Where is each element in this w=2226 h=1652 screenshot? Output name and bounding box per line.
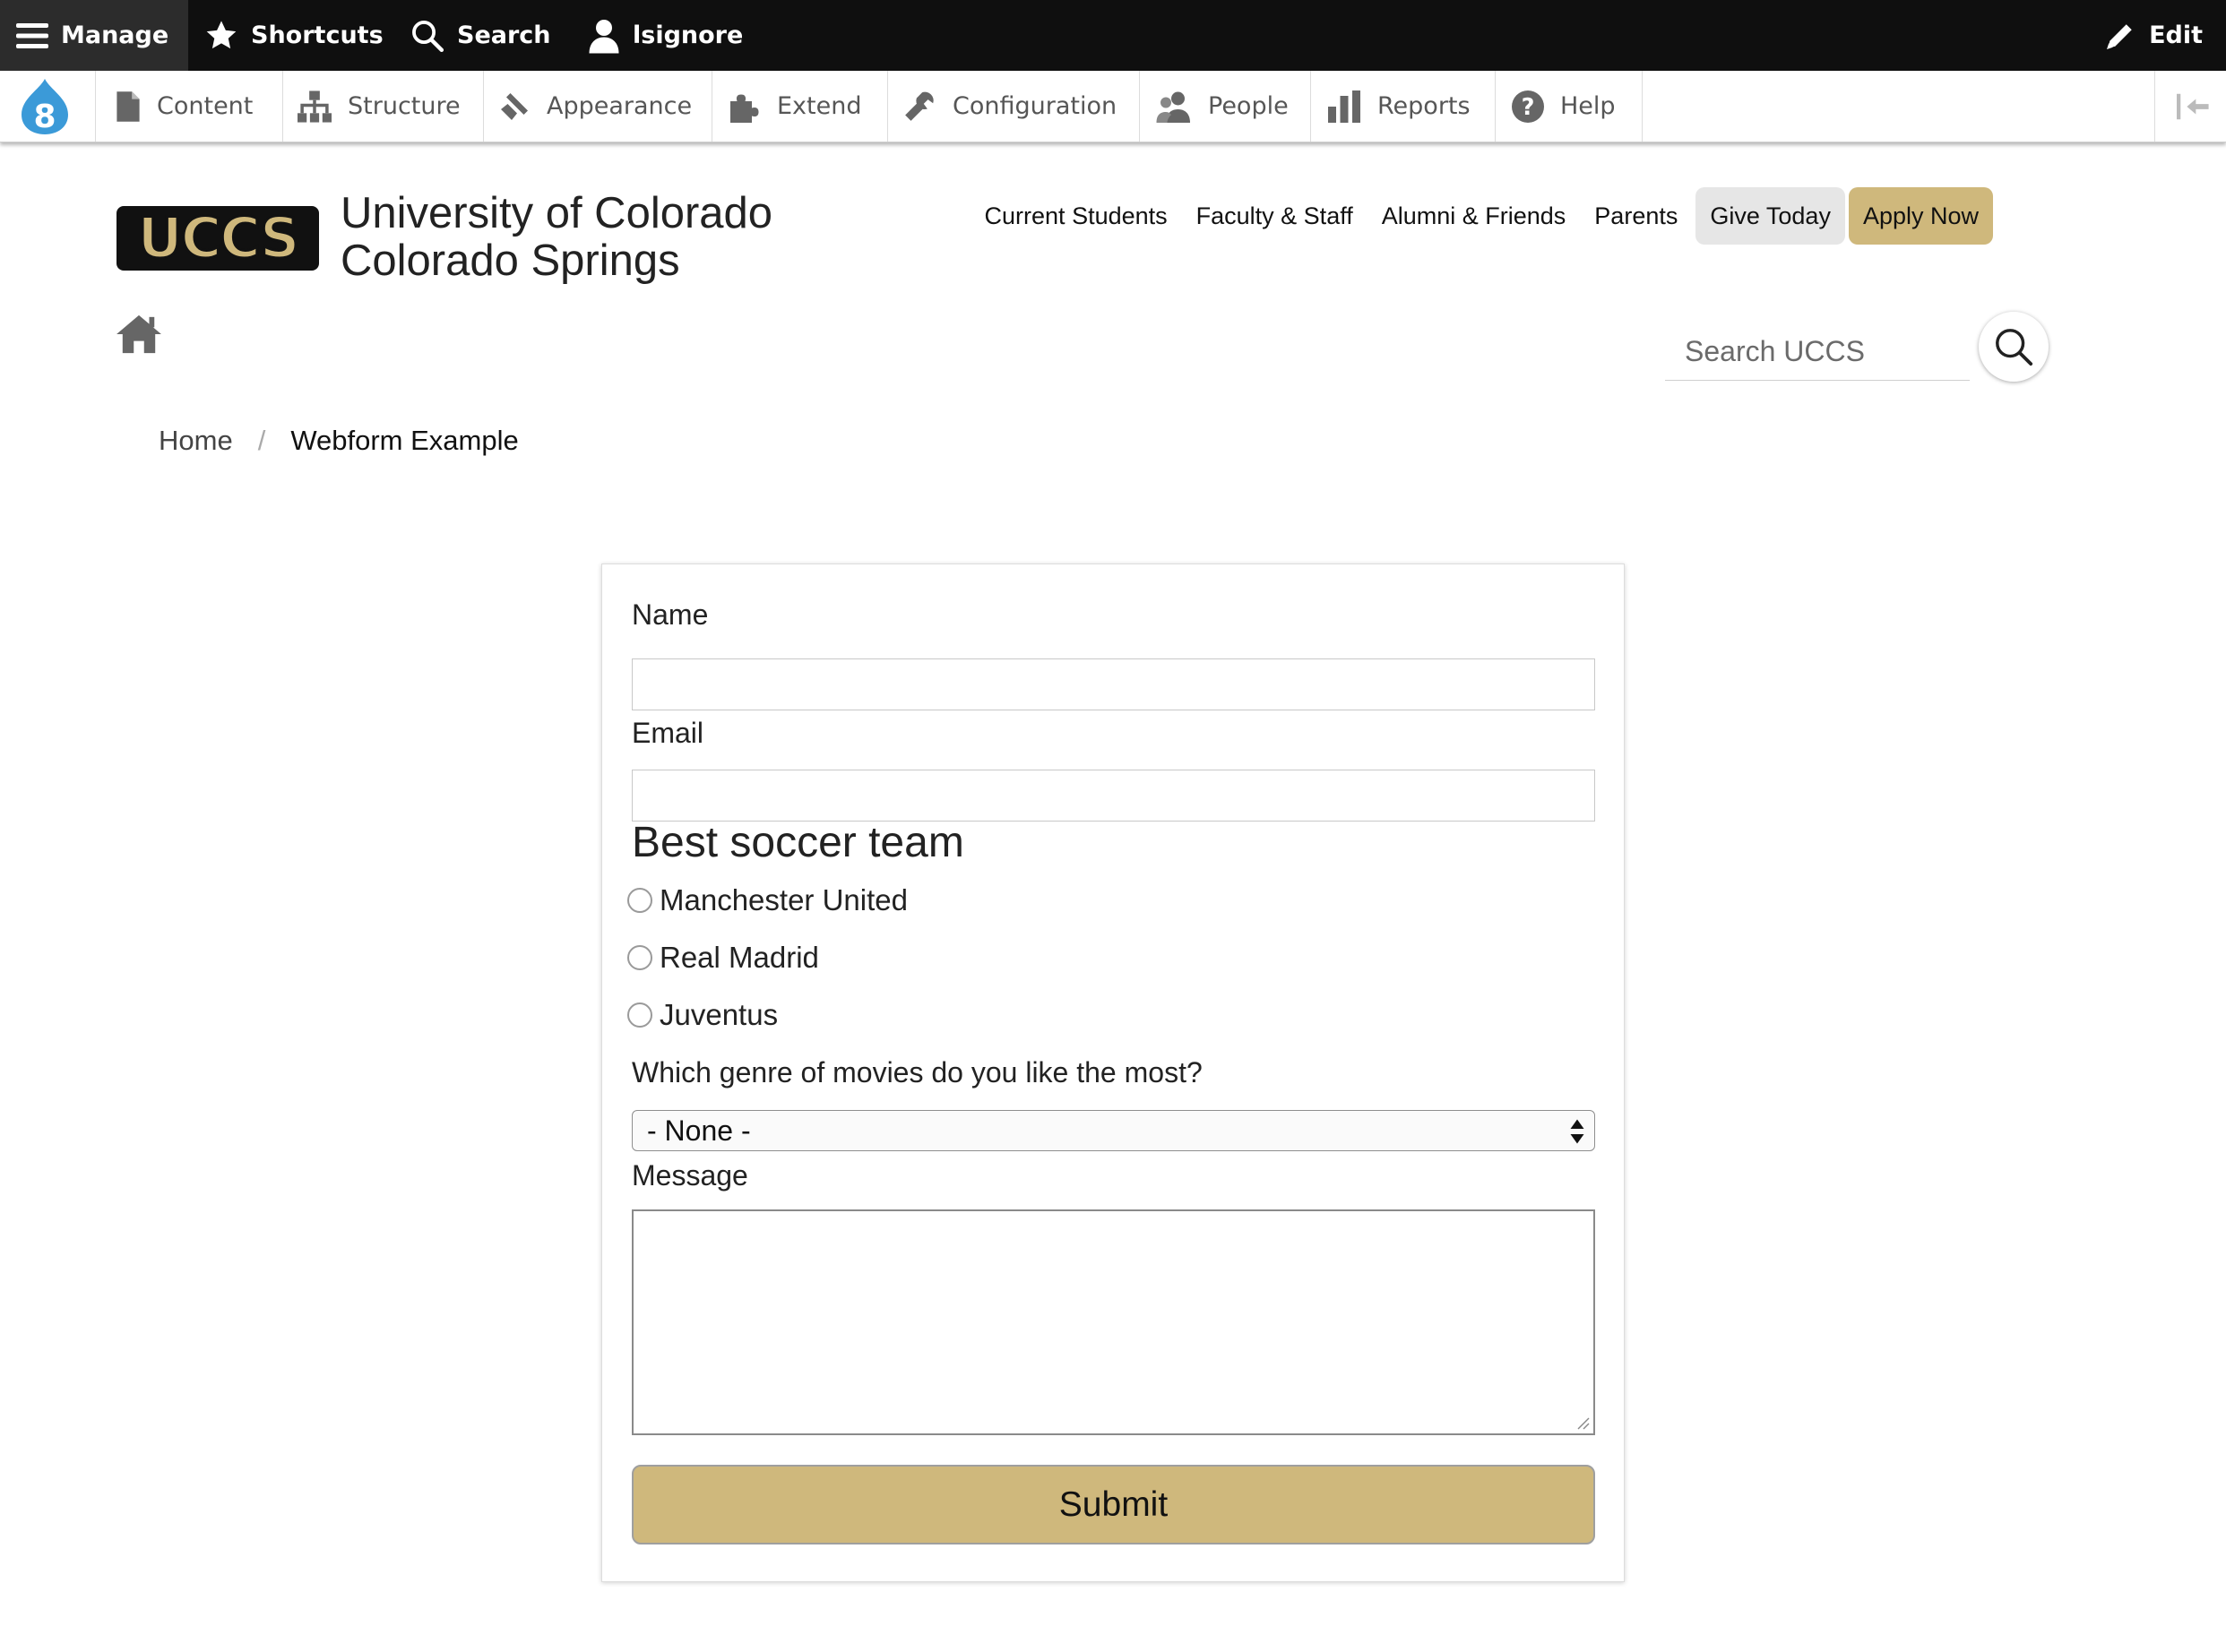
tray-item-reports[interactable]: Reports <box>1311 71 1496 142</box>
tray-item-appearance[interactable]: Appearance <box>484 71 712 142</box>
magnifier-icon <box>1996 329 2033 366</box>
svg-text:UCCS: UCCS <box>137 206 298 271</box>
shortcuts-label: Shortcuts <box>251 22 384 49</box>
admin-toolbar: Manage Shortcuts Search lsignore Edit <box>0 0 2226 71</box>
radio-option-juventus[interactable]: Juventus <box>627 998 778 1032</box>
drupal-logo-link[interactable]: 8 <box>0 71 96 142</box>
tray-item-people[interactable]: People <box>1140 71 1311 142</box>
message-textarea[interactable] <box>632 1209 1595 1435</box>
radio-button[interactable] <box>627 1002 652 1028</box>
tray-collapse-button[interactable] <box>2154 71 2226 142</box>
tray-label: Help <box>1560 92 1616 120</box>
nav-faculty-staff[interactable]: Faculty & Staff <box>1182 187 1368 245</box>
soccer-team-heading: Best soccer team <box>632 819 964 866</box>
apply-now-button[interactable]: Apply Now <box>1848 187 1993 245</box>
user-icon <box>589 19 619 53</box>
site-name-line2: Colorado Springs <box>341 237 680 285</box>
radio-label: Juventus <box>660 998 779 1031</box>
radio-option-real-madrid[interactable]: Real Madrid <box>627 941 819 975</box>
radio-button[interactable] <box>627 945 652 970</box>
toolbar-search-button[interactable]: Search <box>410 0 551 71</box>
breadcrumb-current: Webform Example <box>290 425 519 456</box>
hierarchy-icon <box>298 90 332 123</box>
submit-button[interactable]: Submit <box>632 1465 1595 1544</box>
nav-alumni-friends[interactable]: Alumni & Friends <box>1368 187 1581 245</box>
tray-label: Extend <box>777 92 862 120</box>
radio-label: Manchester United <box>660 883 908 916</box>
email-input[interactable] <box>632 770 1595 822</box>
uccs-logo-mark: UCCS <box>116 206 319 271</box>
uccs-logo[interactable]: UCCS <box>116 206 319 271</box>
puzzle-icon <box>730 94 759 123</box>
tray-label: Content <box>157 92 254 120</box>
search-label: Search <box>457 22 551 49</box>
breadcrumb-home[interactable]: Home <box>159 425 233 457</box>
name-label: Name <box>632 598 709 631</box>
nav-parents[interactable]: Parents <box>1580 187 1692 245</box>
tray-label: Appearance <box>547 92 693 120</box>
document-icon <box>116 90 140 122</box>
search-icon <box>412 20 444 52</box>
site-name[interactable]: University of Colorado Colorado Springs <box>341 190 772 285</box>
user-menu-button[interactable]: lsignore <box>588 0 743 71</box>
svg-text:8: 8 <box>33 99 56 135</box>
tray-label: Reports <box>1377 92 1471 120</box>
tray-item-configuration[interactable]: Configuration <box>888 71 1140 142</box>
people-icon <box>1156 91 1190 123</box>
bar-chart-icon <box>1328 90 1360 123</box>
name-input[interactable] <box>632 658 1595 710</box>
edit-label: Edit <box>2149 22 2203 49</box>
tray-item-structure[interactable]: Structure <box>283 71 484 142</box>
house-icon <box>116 314 161 354</box>
give-today-button[interactable]: Give Today <box>1695 187 1845 245</box>
star-icon <box>206 20 237 48</box>
hamburger-icon <box>16 22 48 48</box>
tray-label: Configuration <box>953 92 1117 120</box>
tray-label: Structure <box>348 92 461 120</box>
tray-item-extend[interactable]: Extend <box>712 71 888 142</box>
radio-label: Real Madrid <box>660 941 819 974</box>
breadcrumb: Home / Webform Example <box>159 421 519 460</box>
top-navigation: Current Students Faculty & Staff Alumni … <box>971 187 1993 245</box>
nav-current-students[interactable]: Current Students <box>971 187 1182 245</box>
home-icon[interactable] <box>116 314 161 355</box>
admin-tray: 8 Content Structure Appearance Extend Co… <box>0 71 2226 142</box>
tray-item-content[interactable]: Content <box>96 71 283 142</box>
breadcrumb-separator: / <box>257 425 266 456</box>
manage-label: Manage <box>61 22 169 49</box>
movie-genre-label: Which genre of movies do you like the mo… <box>632 1056 1203 1088</box>
search-submit-button[interactable] <box>1979 312 2049 382</box>
message-label: Message <box>632 1159 748 1192</box>
movie-genre-select[interactable]: - None - <box>632 1110 1595 1151</box>
user-name: lsignore <box>633 22 744 49</box>
search-input[interactable] <box>1665 323 1970 380</box>
radio-option-manchester-united[interactable]: Manchester United <box>627 883 908 917</box>
edit-button[interactable]: Edit <box>2104 0 2203 71</box>
wrench-icon <box>905 91 934 121</box>
collapse-left-icon <box>2177 93 2209 119</box>
drupal-logo-icon: 8 <box>22 78 68 135</box>
manage-button[interactable]: Manage <box>0 0 188 71</box>
site-search <box>1665 323 1970 381</box>
select-arrows-icon <box>1570 1119 1584 1144</box>
radio-button[interactable] <box>627 888 652 913</box>
pencil-icon <box>2107 23 2132 49</box>
shortcuts-button[interactable]: Shortcuts <box>204 0 384 71</box>
svg-text:?: ? <box>1522 94 1535 121</box>
tray-item-help[interactable]: ? Help <box>1496 71 1643 142</box>
question-icon: ? <box>1512 90 1544 123</box>
resize-grip-icon[interactable] <box>1575 1415 1590 1430</box>
email-label: Email <box>632 717 704 749</box>
select-value: - None - <box>647 1114 751 1147</box>
webform: Name Email Best soccer team Manchester U… <box>601 564 1625 1582</box>
paintbrush-icon <box>501 92 528 120</box>
site-name-line1: University of Colorado <box>341 189 773 237</box>
tray-label: People <box>1208 92 1289 120</box>
